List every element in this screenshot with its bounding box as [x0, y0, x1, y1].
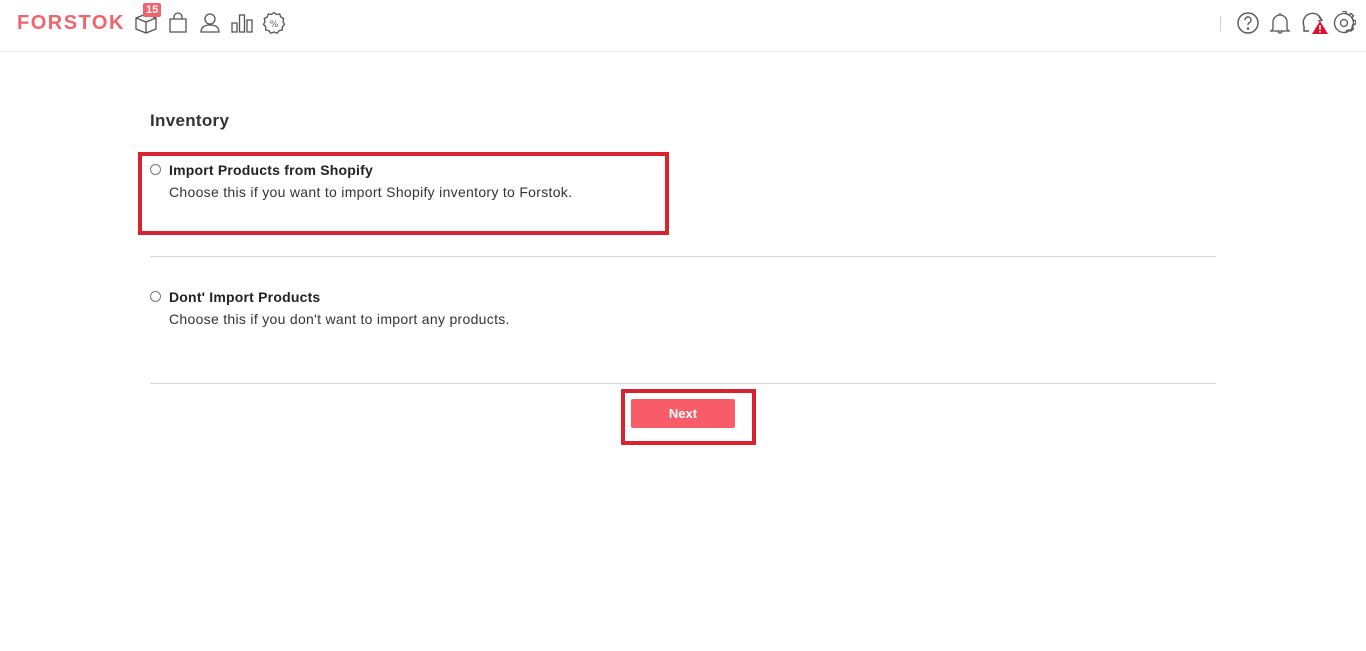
sync-alert-icon[interactable] — [1301, 11, 1329, 35]
toolbar-divider — [1220, 16, 1221, 31]
bag-icon[interactable] — [166, 11, 190, 35]
svg-text:%: % — [270, 20, 279, 30]
promo-icon[interactable]: % — [262, 11, 286, 35]
top-navigation-bar: FORSTOK 15 % — [0, 0, 1366, 52]
option-title: Dont' Import Products — [169, 289, 321, 305]
page-title: Inventory — [150, 111, 230, 130]
gear-icon[interactable] — [1332, 11, 1356, 35]
option-description: Choose this if you don't want to import … — [169, 311, 510, 327]
highlight-box-next-button — [621, 389, 756, 445]
dont-import-radio[interactable] — [150, 291, 161, 302]
section-divider — [150, 256, 1216, 257]
products-count-badge: 15 — [143, 3, 162, 17]
section-divider — [150, 383, 1216, 384]
chart-icon[interactable] — [230, 11, 254, 35]
help-icon[interactable] — [1236, 11, 1260, 35]
user-icon[interactable] — [198, 11, 222, 35]
bell-icon[interactable] — [1268, 11, 1292, 35]
forstok-logo[interactable]: FORSTOK — [17, 12, 125, 34]
highlight-box-import-option — [138, 152, 669, 235]
